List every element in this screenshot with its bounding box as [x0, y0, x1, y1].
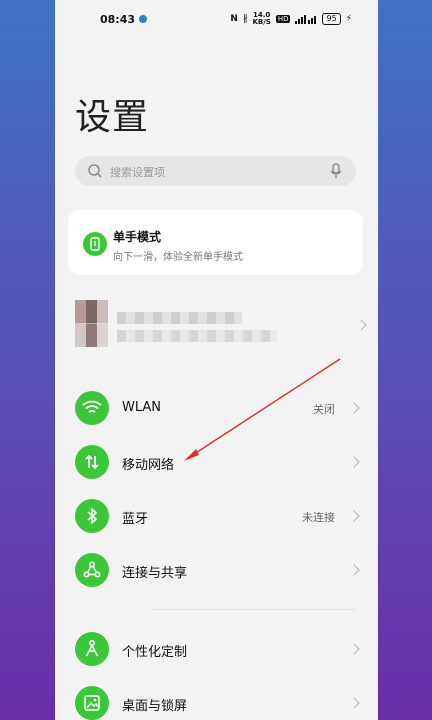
settings-screen: 08:43 N ∦ 14.0 KB/S HD 95 ⚡ 设置 搜索设置项 单手模…: [55, 0, 378, 720]
one-hand-mode-card[interactable]: 单手模式 向下一滑，体验全新单手模式: [68, 210, 363, 275]
hd-badge: HD: [275, 15, 291, 23]
chevron-right-icon: [348, 643, 360, 655]
menu-item-label: WLAN: [122, 400, 162, 415]
mobile-network-icon: [75, 445, 109, 479]
menu-item-connection-sharing[interactable]: 连接与共享: [55, 547, 378, 593]
menu-item-label: 蓝牙: [122, 512, 149, 527]
notification-dot-icon: [139, 15, 147, 23]
status-time: 08:43: [100, 13, 136, 26]
search-icon: [88, 164, 102, 178]
chevron-right-icon: [348, 510, 360, 522]
menu-item-label: 桌面与锁屏: [122, 699, 188, 714]
menu-item-bluetooth[interactable]: 蓝牙 未连接: [55, 493, 378, 539]
network-speed-unit: KB/S: [252, 18, 271, 26]
chevron-right-icon: [348, 402, 360, 414]
menu-item-mobile-network[interactable]: 移动网络: [55, 439, 378, 485]
search-placeholder: 搜索设置项: [110, 166, 165, 179]
microphone-icon[interactable]: [330, 163, 342, 179]
nfc-icon: N: [230, 14, 238, 24]
network-speed: 14.0 KB/S: [252, 12, 270, 26]
chevron-right-icon: [348, 697, 360, 709]
share-icon: [75, 553, 109, 587]
chevron-right-icon: [348, 456, 360, 468]
status-icons: N ∦ 14.0 KB/S HD 95 ⚡: [230, 12, 352, 26]
one-hand-mode-subtitle: 向下一滑，体验全新单手模式: [113, 252, 243, 263]
status-bar: 08:43 N ∦ 14.0 KB/S HD 95 ⚡: [55, 0, 378, 40]
charging-icon: ⚡: [345, 14, 352, 24]
account-detail-blurred: [117, 330, 277, 342]
menu-item-label: 移动网络: [122, 458, 175, 473]
wifi-icon: [75, 391, 109, 425]
personalize-icon: [75, 632, 109, 666]
avatar: [75, 300, 108, 347]
menu-item-value: 关闭: [313, 403, 335, 416]
chevron-right-icon: [355, 319, 367, 331]
section-divider: [152, 609, 355, 610]
battery-level: 95: [322, 13, 341, 25]
menu-item-label: 个性化定制: [122, 645, 188, 660]
search-input[interactable]: 搜索设置项: [75, 156, 356, 186]
one-hand-mode-icon: [83, 232, 107, 256]
bluetooth-icon: [75, 499, 109, 533]
one-hand-mode-title: 单手模式: [113, 230, 162, 244]
account-row[interactable]: [75, 300, 367, 352]
chevron-right-icon: [348, 564, 360, 576]
account-name-blurred: [117, 312, 242, 324]
bluetooth-status-icon: ∦: [242, 14, 248, 24]
signal-icon: [295, 15, 317, 24]
page-title: 设置: [75, 97, 150, 138]
menu-item-value: 未连接: [302, 511, 335, 524]
menu-item-personalization[interactable]: 个性化定制: [55, 626, 378, 672]
menu-item-wlan[interactable]: WLAN 关闭: [55, 385, 378, 431]
desktop-icon: [75, 686, 109, 720]
menu-item-desktop-lockscreen[interactable]: 桌面与锁屏: [55, 680, 378, 720]
menu-item-label: 连接与共享: [122, 566, 188, 581]
